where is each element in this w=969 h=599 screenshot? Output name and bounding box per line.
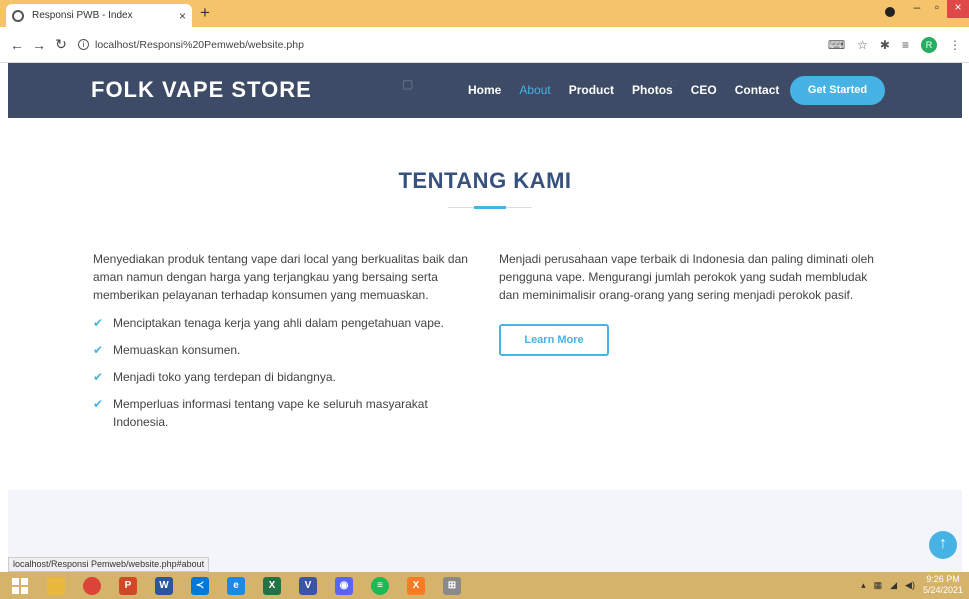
faded-logo-icon: ▢ xyxy=(402,77,414,91)
toolbar-icons: ⌨ ☆ ✱ ≡ R ⋮ xyxy=(828,37,961,53)
xampp-icon: X xyxy=(407,576,425,595)
nav-home[interactable]: Home xyxy=(468,83,501,97)
clock-time: 9:26 PM xyxy=(926,574,960,584)
start-button[interactable] xyxy=(0,572,40,599)
double-check-icon: ✔ xyxy=(93,397,104,411)
edge-icon: e xyxy=(227,576,245,595)
taskbar-network-app[interactable]: ⊞ xyxy=(436,574,468,598)
list-item: ✔ Menciptakan tenaga kerja yang ahli dala… xyxy=(93,314,478,332)
double-check-icon: ✔ xyxy=(93,316,104,330)
close-window-button[interactable]: × xyxy=(947,0,969,18)
globe-icon xyxy=(12,9,24,22)
about-right-column: Menjadi perusahaan vape terbaik di Indon… xyxy=(499,250,889,356)
right-paragraph: Menjadi perusahaan vape terbaik di Indon… xyxy=(499,252,874,302)
star-icon[interactable]: ☆ xyxy=(857,38,868,52)
title-accent-bar xyxy=(474,206,506,209)
browser-tab-bar: Responsi PWB - Index × + – ▫ × xyxy=(0,0,969,27)
about-section: TENTANG KAMI Menyediakan produk tentang … xyxy=(8,118,962,490)
discord-icon: ◉ xyxy=(335,576,353,595)
taskbar-edge[interactable]: e xyxy=(220,574,252,598)
taskbar-discord[interactable]: ◉ xyxy=(328,574,360,598)
menu-icon[interactable]: ⋮ xyxy=(949,38,961,52)
chevron-up-icon[interactable]: ▴ xyxy=(861,580,866,591)
left-paragraph: Menyediakan produk tentang vape dari loc… xyxy=(93,252,468,302)
extensions-icon[interactable]: ✱ xyxy=(880,38,890,52)
reload-icon[interactable]: ↻ xyxy=(50,36,72,53)
chrome-icon xyxy=(83,576,101,595)
site-header: FOLK VAPE STORE ▢ ◌ Home About Product P… xyxy=(8,63,962,118)
taskbar-word[interactable]: W xyxy=(148,574,180,598)
main-nav: Home About Product Photos CEO Contact xyxy=(468,83,797,97)
close-tab-button[interactable]: × xyxy=(179,9,186,23)
url-field[interactable]: i localhost/Responsi%20Pemweb/website.ph… xyxy=(78,39,304,51)
taskbar-xampp[interactable]: X xyxy=(400,574,432,598)
nav-contact[interactable]: Contact xyxy=(735,83,780,97)
network-tray-icon[interactable]: ▦ xyxy=(874,580,883,591)
clock[interactable]: 9:26 PM 5/24/2021 xyxy=(923,574,963,596)
tab-title: Responsi PWB - Index xyxy=(32,10,133,21)
nav-ceo[interactable]: CEO xyxy=(691,83,717,97)
learn-more-button[interactable]: Learn More xyxy=(499,324,609,356)
section-title: TENTANG KAMI xyxy=(398,168,572,193)
status-bar-url: localhost/Responsi Pemweb/website.php#ab… xyxy=(8,557,210,572)
profile-avatar[interactable]: R xyxy=(921,37,937,53)
visio-icon: V xyxy=(299,576,317,595)
info-icon[interactable]: i xyxy=(78,39,89,50)
checklist: ✔ Menciptakan tenaga kerja yang ahli dala… xyxy=(93,314,478,431)
excel-icon: X xyxy=(263,576,281,595)
list-item-text: Memuaskan konsumen. xyxy=(113,343,241,357)
list-item: ✔ Memperluas informasi tentang vape ke se… xyxy=(93,395,478,431)
new-tab-button[interactable]: + xyxy=(200,4,210,22)
network-icon: ⊞ xyxy=(443,576,461,595)
taskbar-powerpoint[interactable]: P xyxy=(112,574,144,598)
list-item-text: Memperluas informasi tentang vape ke sel… xyxy=(113,397,428,429)
arrow-up-icon: ↑ xyxy=(939,535,947,552)
get-started-button[interactable]: Get Started xyxy=(790,76,885,105)
site-brand[interactable]: FOLK VAPE STORE xyxy=(91,77,312,103)
spotify-icon: ≡ xyxy=(371,576,389,595)
taskbar-spotify[interactable]: ≡ xyxy=(364,574,396,598)
double-check-icon: ✔ xyxy=(93,343,104,357)
browser-tab[interactable]: Responsi PWB - Index × xyxy=(6,4,192,27)
record-icon[interactable] xyxy=(885,7,895,17)
nav-product[interactable]: Product xyxy=(569,83,614,97)
back-arrow-icon[interactable]: ← xyxy=(6,37,28,53)
windows-logo-icon xyxy=(12,577,28,594)
list-item-text: Menciptakan tenaga kerja yang ahli dalam… xyxy=(113,316,444,330)
minimize-button[interactable]: – xyxy=(907,0,927,18)
taskbar: P W ≺ e X V ◉ ≡ X ⊞ ▴ ▦ ◢ ◀) 9:26 PM 5/2… xyxy=(0,572,969,599)
signal-icon[interactable]: ◢ xyxy=(890,580,897,591)
forward-arrow-icon[interactable]: → xyxy=(28,37,50,53)
nav-photos[interactable]: Photos xyxy=(632,83,673,97)
taskbar-visio[interactable]: V xyxy=(292,574,324,598)
about-left-column: Menyediakan produk tentang vape dari loc… xyxy=(93,250,478,440)
translate-icon[interactable]: ⌨ xyxy=(828,38,845,52)
taskbar-vscode[interactable]: ≺ xyxy=(184,574,216,598)
taskbar-excel[interactable]: X xyxy=(256,574,288,598)
reading-list-icon[interactable]: ≡ xyxy=(902,38,909,52)
word-icon: W xyxy=(155,576,173,595)
list-item: ✔ Menjadi toko yang terdepan di bidangnya… xyxy=(93,368,478,386)
powerpoint-icon: P xyxy=(119,576,137,595)
vscode-icon: ≺ xyxy=(191,576,209,595)
list-item-text: Menjadi toko yang terdepan di bidangnya. xyxy=(113,370,336,384)
double-check-icon: ✔ xyxy=(93,370,104,384)
address-bar: ← → ↻ i localhost/Responsi%20Pemweb/webs… xyxy=(0,27,969,63)
maximize-button[interactable]: ▫ xyxy=(927,0,947,18)
window-controls: – ▫ × xyxy=(885,0,969,20)
clock-date: 5/24/2021 xyxy=(922,585,963,595)
volume-icon[interactable]: ◀) xyxy=(905,580,915,591)
system-tray: ▴ ▦ ◢ ◀) 9:26 PM 5/24/2021 xyxy=(861,574,963,596)
folder-icon xyxy=(47,576,65,595)
taskbar-chrome[interactable] xyxy=(76,574,108,598)
url-text: localhost/Responsi%20Pemweb/website.php xyxy=(95,38,304,51)
list-item: ✔ Memuaskan konsumen. xyxy=(93,341,478,359)
nav-about[interactable]: About xyxy=(519,83,550,97)
back-to-top-button[interactable]: ↑ xyxy=(929,531,957,559)
taskbar-file-explorer[interactable] xyxy=(40,574,72,598)
